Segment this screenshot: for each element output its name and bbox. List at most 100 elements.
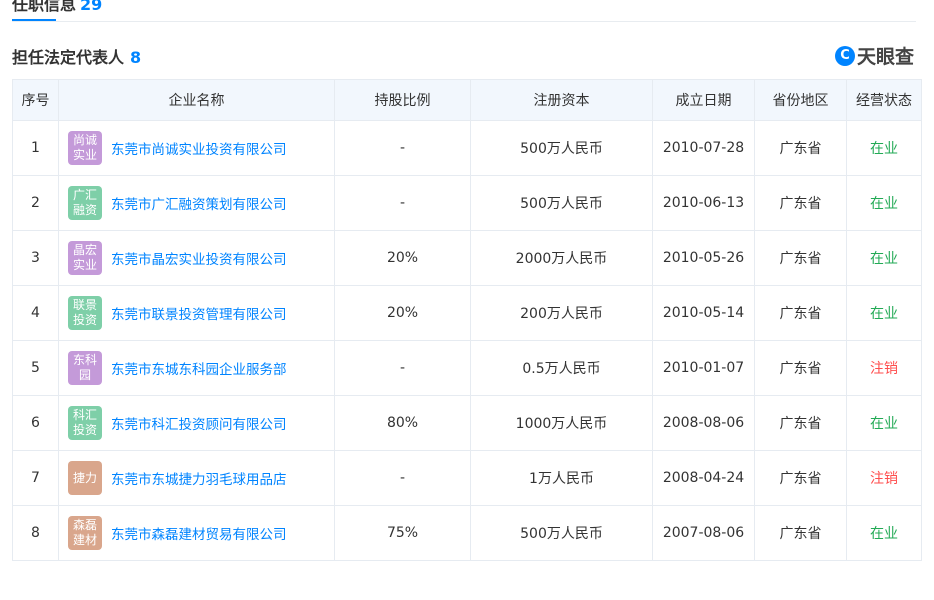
company-cell: 森磊建材 东莞市森磊建材贸易有限公司 <box>58 505 335 561</box>
company-logo-badge[interactable]: 联景投资 <box>68 296 102 330</box>
col-header-status: 经营状态 <box>846 79 922 121</box>
row-index: 6 <box>12 395 59 451</box>
registered-capital: 500万人民币 <box>470 175 653 231</box>
table-header-row: 序号 企业名称 持股比例 注册资本 成立日期 省份地区 经营状态 <box>12 79 922 121</box>
shareholding-ratio: 20% <box>334 230 471 286</box>
shareholding-ratio: - <box>334 340 471 396</box>
row-index: 5 <box>12 340 59 396</box>
tab-label: 任职信息 <box>12 0 77 14</box>
col-header-capital: 注册资本 <box>470 79 653 121</box>
operating-status: 在业 <box>846 120 922 176</box>
province: 广东省 <box>754 230 847 286</box>
section-title: 担任法定代表人 8 <box>12 44 141 68</box>
province: 广东省 <box>754 285 847 341</box>
registered-capital: 2000万人民币 <box>470 230 653 286</box>
shareholding-ratio: - <box>334 175 471 231</box>
col-header-company: 企业名称 <box>58 79 335 121</box>
table-row: 4 联景投资 东莞市联景投资管理有限公司 20% 200万人民币 2010-05-14 广东… <box>12 285 922 341</box>
registered-capital: 200万人民币 <box>470 285 653 341</box>
company-cell: 晶宏实业 东莞市晶宏实业投资有限公司 <box>58 230 335 286</box>
company-cell: 科汇投资 东莞市科汇投资顾问有限公司 <box>58 395 335 451</box>
operating-status: 在业 <box>846 175 922 231</box>
brand-logo: C 天眼查 <box>834 42 914 69</box>
registered-capital: 1000万人民币 <box>470 395 653 451</box>
tab-divider <box>12 21 916 22</box>
province: 广东省 <box>754 120 847 176</box>
table-row: 8 森磊建材 东莞市森磊建材贸易有限公司 75% 500万人民币 2007-08-06 广东… <box>12 505 922 561</box>
province: 广东省 <box>754 505 847 561</box>
company-logo-badge[interactable]: 科汇投资 <box>68 406 102 440</box>
company-name-link[interactable]: 东莞市东城东科园企业服务部 <box>111 358 287 378</box>
established-date: 2010-06-13 <box>652 175 755 231</box>
col-header-share: 持股比例 <box>334 79 471 121</box>
shareholding-ratio: - <box>334 120 471 176</box>
registered-capital: 1万人民币 <box>470 450 653 506</box>
province: 广东省 <box>754 395 847 451</box>
established-date: 2008-04-24 <box>652 450 755 506</box>
legal-representative-table: 序号 企业名称 持股比例 注册资本 成立日期 省份地区 经营状态 1 尚诚实业 东莞市尚诚实业投… <box>12 79 922 561</box>
table-row: 2 广汇融资 东莞市广汇融资策划有限公司 -500万人民币 2010-06-13 广东省在… <box>12 175 922 231</box>
row-index: 4 <box>12 285 59 341</box>
table-row: 5 东科园 东莞市东城东科园企业服务部 -0.5万人民币 2010-01-07 广东省 注销 <box>12 340 922 396</box>
row-index: 8 <box>12 505 59 561</box>
company-logo-badge[interactable]: 森磊建材 <box>68 516 102 550</box>
registered-capital: 0.5万人民币 <box>470 340 653 396</box>
established-date: 2010-05-26 <box>652 230 755 286</box>
col-header-province: 省份地区 <box>754 79 847 121</box>
province: 广东省 <box>754 175 847 231</box>
company-logo-badge[interactable]: 捷力 <box>68 461 102 495</box>
company-name-link[interactable]: 东莞市尚诚实业投资有限公司 <box>111 138 287 158</box>
operating-status: 注销 <box>846 450 922 506</box>
section-count: 8 <box>130 48 142 67</box>
section-title-label: 担任法定代表人 <box>12 48 125 67</box>
company-name-link[interactable]: 东莞市森磊建材贸易有限公司 <box>111 523 287 543</box>
registered-capital: 500万人民币 <box>470 120 653 176</box>
table-row: 3 晶宏实业 东莞市晶宏实业投资有限公司 20% 2000万人民币 2010-05-26 广… <box>12 230 922 286</box>
company-logo-badge[interactable]: 广汇融资 <box>68 186 102 220</box>
shareholding-ratio: - <box>334 450 471 506</box>
table-row: 1 尚诚实业 东莞市尚诚实业投资有限公司 -500万人民币 2010-07-28 广东省在… <box>12 120 922 176</box>
company-cell: 东科园 东莞市东城东科园企业服务部 <box>58 340 335 396</box>
tianyancha-logo-icon: C <box>834 45 855 66</box>
col-header-index: 序号 <box>12 79 59 121</box>
established-date: 2008-08-06 <box>652 395 755 451</box>
row-index: 7 <box>12 450 59 506</box>
established-date: 2007-08-06 <box>652 505 755 561</box>
registered-capital: 500万人民币 <box>470 505 653 561</box>
established-date: 2010-05-14 <box>652 285 755 341</box>
company-cell: 尚诚实业 东莞市尚诚实业投资有限公司 <box>58 120 335 176</box>
company-cell: 联景投资 东莞市联景投资管理有限公司 <box>58 285 335 341</box>
established-date: 2010-07-28 <box>652 120 755 176</box>
operating-status: 在业 <box>846 505 922 561</box>
table-body: 1 尚诚实业 东莞市尚诚实业投资有限公司 -500万人民币 2010-07-28 广东省在… <box>12 120 922 561</box>
company-cell: 广汇融资 东莞市广汇融资策划有限公司 <box>58 175 335 231</box>
company-logo-badge[interactable]: 尚诚实业 <box>68 131 102 165</box>
tab-count: 29 <box>80 0 103 14</box>
row-index: 2 <box>12 175 59 231</box>
operating-status: 在业 <box>846 395 922 451</box>
row-index: 3 <box>12 230 59 286</box>
company-name-link[interactable]: 东莞市晶宏实业投资有限公司 <box>111 248 287 268</box>
operating-status: 在业 <box>846 230 922 286</box>
province: 广东省 <box>754 450 847 506</box>
operating-status: 在业 <box>846 285 922 341</box>
company-cell: 捷力 东莞市东城捷力羽毛球用品店 <box>58 450 335 506</box>
operating-status: 注销 <box>846 340 922 396</box>
row-index: 1 <box>12 120 59 176</box>
company-name-link[interactable]: 东莞市科汇投资顾问有限公司 <box>111 413 287 433</box>
shareholding-ratio: 75% <box>334 505 471 561</box>
company-name-link[interactable]: 东莞市联景投资管理有限公司 <box>111 303 287 323</box>
table-row: 6 科汇投资 东莞市科汇投资顾问有限公司 80% 1000万人民币 2008-08-06 广… <box>12 395 922 451</box>
shareholding-ratio: 20% <box>334 285 471 341</box>
company-name-link[interactable]: 东莞市东城捷力羽毛球用品店 <box>111 468 287 488</box>
company-name-link[interactable]: 东莞市广汇融资策划有限公司 <box>111 193 287 213</box>
company-logo-badge[interactable]: 东科园 <box>68 351 102 385</box>
company-logo-badge[interactable]: 晶宏实业 <box>68 241 102 275</box>
established-date: 2010-01-07 <box>652 340 755 396</box>
province: 广东省 <box>754 340 847 396</box>
tab-employment-info[interactable]: 任职信息 29 <box>12 0 102 15</box>
col-header-date: 成立日期 <box>652 79 755 121</box>
brand-name: 天眼查 <box>856 46 914 68</box>
table-row: 7 捷力 东莞市东城捷力羽毛球用品店 -1万人民币 2008-04-24 广东省 注销 <box>12 450 922 506</box>
shareholding-ratio: 80% <box>334 395 471 451</box>
